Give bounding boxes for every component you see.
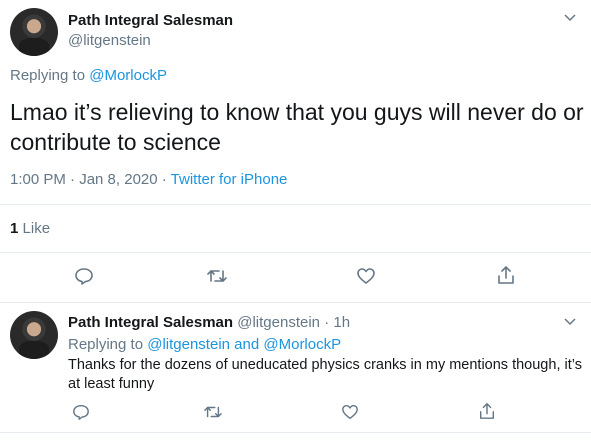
time-ago[interactable]: 1h: [333, 314, 350, 331]
like-stats[interactable]: 1 Like: [10, 220, 50, 237]
tweet-text: Thanks for the dozens of uneducated phys…: [68, 357, 582, 392]
heart-icon[interactable]: [341, 403, 359, 421]
retweet-icon[interactable]: [206, 266, 228, 286]
retweet-icon[interactable]: [203, 403, 223, 421]
replying-to: Replying to @MorlockP: [10, 67, 167, 84]
chevron-down-icon[interactable]: [563, 10, 577, 27]
share-icon[interactable]: [478, 402, 496, 420]
divider: [0, 252, 591, 253]
replying-and: and: [230, 336, 264, 353]
source-link[interactable]: Twitter for iPhone: [171, 171, 288, 188]
mention-link[interactable]: @litgenstein: [147, 336, 230, 353]
mention-link[interactable]: @MorlockP: [263, 336, 341, 353]
separator: ·: [324, 314, 330, 331]
replying-to: Replying to @litgenstein and @MorlockP: [68, 336, 341, 353]
author-handle[interactable]: @litgenstein: [237, 314, 320, 331]
heart-icon[interactable]: [356, 266, 376, 286]
replying-prefix: Replying to: [68, 336, 148, 353]
author-handle[interactable]: @litgenstein: [68, 32, 151, 49]
like-count: 1: [10, 220, 19, 237]
avatar[interactable]: [10, 8, 58, 56]
share-icon[interactable]: [496, 265, 516, 285]
chevron-down-icon[interactable]: [563, 314, 577, 331]
tweet-text: Lmao it’s relieving to know that you guy…: [10, 99, 584, 155]
reply-header: Path Integral Salesman @litgenstein · 1h: [68, 314, 350, 331]
reply-icon[interactable]: [72, 403, 90, 421]
tweet-timestamp: 1:00 PM · Jan 8, 2020 · Twitter for iPho…: [10, 171, 287, 188]
like-label: Like: [22, 220, 51, 237]
mention-link[interactable]: @MorlockP: [89, 67, 167, 84]
avatar[interactable]: [10, 311, 58, 359]
divider: [0, 432, 591, 433]
divider: [0, 302, 591, 303]
author-name[interactable]: Path Integral Salesman: [68, 314, 233, 331]
reply-icon[interactable]: [74, 266, 94, 286]
replying-prefix: Replying to: [10, 67, 90, 84]
author-name[interactable]: Path Integral Salesman: [68, 12, 233, 29]
timestamp[interactable]: 1:00 PM · Jan 8, 2020 ·: [10, 171, 171, 188]
divider: [0, 204, 591, 205]
